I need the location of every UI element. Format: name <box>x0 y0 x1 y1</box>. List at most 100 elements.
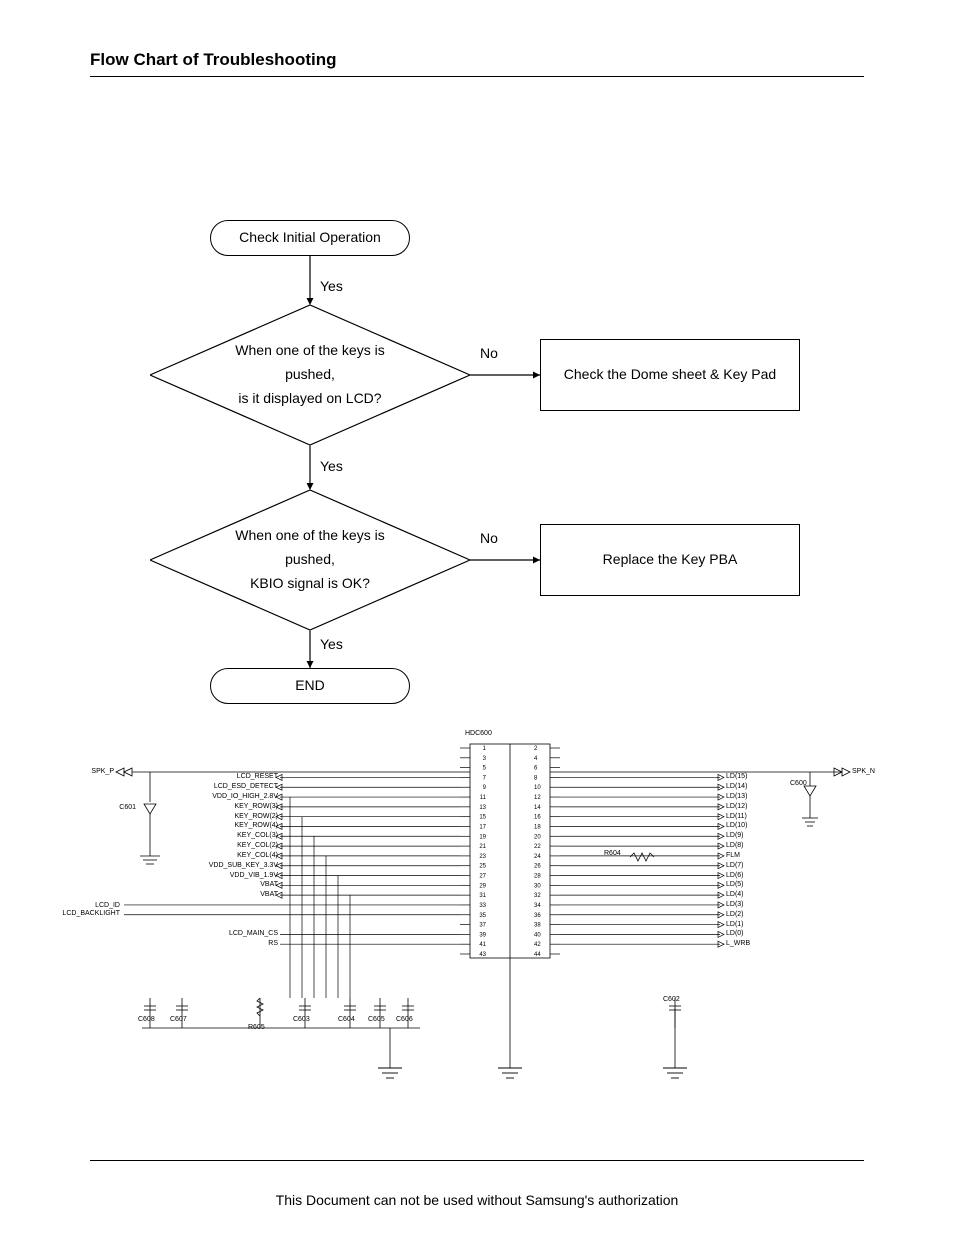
svg-text:16: 16 <box>534 815 541 821</box>
schem-c600: C600 <box>790 780 807 787</box>
schem-signal-right: LD(9) <box>726 832 744 839</box>
schem-signal-right: LD(4) <box>726 891 744 898</box>
schem-signal-right: LD(8) <box>726 842 744 849</box>
svg-text:21: 21 <box>479 844 486 850</box>
schem-signal-right: LD(14) <box>726 783 747 790</box>
d2-l1: When one of the keys is <box>235 524 384 548</box>
schem-signal-left: LCD_ESD_DETECT <box>200 783 278 790</box>
svg-text:22: 22 <box>534 844 541 850</box>
svg-text:5: 5 <box>483 766 487 772</box>
schematic: 1234567891011121314151617181920212223242… <box>90 728 870 1088</box>
svg-text:29: 29 <box>479 883 486 889</box>
svg-text:28: 28 <box>534 874 541 880</box>
svg-text:25: 25 <box>479 864 486 870</box>
svg-text:1: 1 <box>483 746 487 752</box>
svg-text:37: 37 <box>479 923 486 929</box>
schem-component-label: C603 <box>293 1016 310 1023</box>
schem-signal-left: KEY_ROW(4) <box>200 822 278 829</box>
svg-text:38: 38 <box>534 923 541 929</box>
flow-end-text: END <box>295 674 325 698</box>
schem-signal-right: LD(2) <box>726 911 744 918</box>
d1-l3: is it displayed on LCD? <box>235 387 384 411</box>
flow-arrows <box>90 200 870 720</box>
schem-signal-right: LD(3) <box>726 901 744 908</box>
schem-component-label: C602 <box>663 996 680 1003</box>
d2-l2: pushed, <box>235 548 384 572</box>
svg-text:9: 9 <box>483 785 487 791</box>
svg-text:7: 7 <box>483 775 487 781</box>
schem-signal-left: VDD_SUB_KEY_3.3V <box>200 862 278 869</box>
svg-text:11: 11 <box>480 795 487 801</box>
schem-component-label: C608 <box>138 1016 155 1023</box>
schem-signal-left: LCD_MAIN_CS <box>200 930 278 937</box>
footer-text: This Document can not be used without Sa… <box>0 1192 954 1208</box>
svg-text:32: 32 <box>534 893 541 899</box>
schem-signal-right: LD(7) <box>726 862 744 869</box>
flow-start: Check Initial Operation <box>210 220 410 256</box>
schem-component-label: C604 <box>338 1016 355 1023</box>
schem-component-label: R605 <box>248 1024 265 1031</box>
schem-signal-right: LD(15) <box>726 773 747 780</box>
svg-text:20: 20 <box>534 834 541 840</box>
flow-process-1: Check the Dome sheet & Key Pad <box>540 339 800 411</box>
svg-text:23: 23 <box>479 854 486 860</box>
svg-text:27: 27 <box>479 874 486 880</box>
svg-text:42: 42 <box>534 942 541 948</box>
svg-text:8: 8 <box>534 775 538 781</box>
schem-signal-left: LCD_RESET <box>200 773 278 780</box>
schem-signal-left: VBAT <box>200 891 278 898</box>
schem-spk-n: SPK_N <box>852 768 875 775</box>
schem-signal-right: LD(12) <box>726 803 747 810</box>
svg-text:15: 15 <box>479 815 486 821</box>
d2-l3: KBIO signal is OK? <box>235 572 384 596</box>
schem-lcd-id: LCD_ID <box>70 902 120 909</box>
flow-end: END <box>210 668 410 704</box>
page-header: Flow Chart of Troubleshooting <box>90 50 864 77</box>
schem-component-label: C605 <box>368 1016 385 1023</box>
p1-text: Check the Dome sheet & Key Pad <box>564 363 776 387</box>
schem-signal-right: LD(6) <box>726 872 744 879</box>
schem-signal-left: KEY_ROW(3) <box>200 803 278 810</box>
schem-signal-left: RS <box>200 940 278 947</box>
schem-signal-right: L_WRB <box>726 940 750 947</box>
page-title: Flow Chart of Troubleshooting <box>90 50 336 69</box>
schem-signal-left: KEY_ROW(2) <box>200 813 278 820</box>
schem-signal-right: LD(0) <box>726 930 744 937</box>
svg-text:19: 19 <box>479 834 486 840</box>
svg-text:17: 17 <box>479 824 486 830</box>
svg-text:6: 6 <box>534 766 538 772</box>
flow-no2: No <box>480 530 498 546</box>
schem-signal-left: KEY_COL(3) <box>200 832 278 839</box>
schem-signal-right: LD(11) <box>726 813 747 820</box>
schem-signal-left: VBAT <box>200 881 278 888</box>
svg-text:31: 31 <box>479 893 486 899</box>
schem-conn-name: HDC600 <box>465 730 492 737</box>
schem-signal-right: LD(10) <box>726 822 747 829</box>
d1-l1: When one of the keys is <box>235 339 384 363</box>
flow-yes1: Yes <box>320 278 343 294</box>
svg-text:30: 30 <box>534 883 541 889</box>
schem-signal-right: FLM <box>726 852 740 859</box>
svg-text:14: 14 <box>534 805 541 811</box>
svg-text:13: 13 <box>479 805 486 811</box>
schem-signal-left: KEY_COL(4) <box>200 852 278 859</box>
svg-text:39: 39 <box>479 932 486 938</box>
svg-text:41: 41 <box>479 942 486 948</box>
svg-text:26: 26 <box>534 864 541 870</box>
svg-text:43: 43 <box>479 952 486 958</box>
footer-rule <box>90 1160 864 1161</box>
schem-signal-left: KEY_COL(2) <box>200 842 278 849</box>
flow-no1: No <box>480 345 498 361</box>
schem-lcd-backlight: LCD_BACKLIGHT <box>60 910 120 917</box>
schem-r604: R604 <box>604 850 621 857</box>
svg-text:12: 12 <box>534 795 541 801</box>
schem-component-label: C606 <box>396 1016 413 1023</box>
schem-signal-right: LD(5) <box>726 881 744 888</box>
flow-yes3: Yes <box>320 636 343 652</box>
svg-text:34: 34 <box>534 903 541 909</box>
svg-text:40: 40 <box>534 932 541 938</box>
svg-text:3: 3 <box>483 756 487 762</box>
svg-text:18: 18 <box>534 824 541 830</box>
flow-process-2: Replace the Key PBA <box>540 524 800 596</box>
schematic-svg: 1234567891011121314151617181920212223242… <box>90 728 870 1088</box>
